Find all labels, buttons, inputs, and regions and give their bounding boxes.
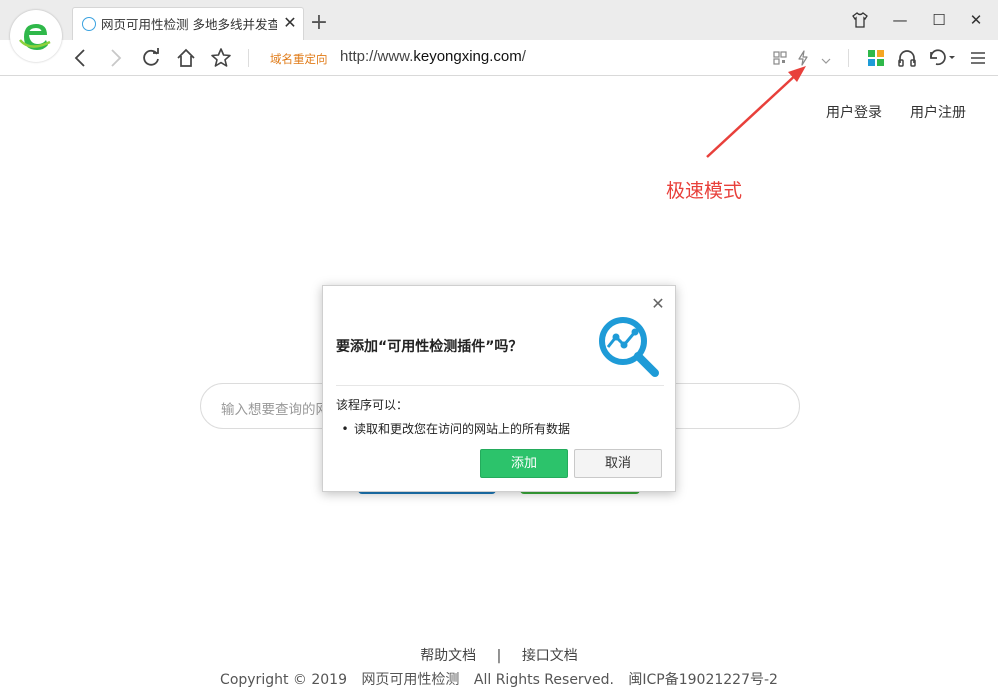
close-icon[interactable]: ✕ [648,294,668,314]
url-suffix: / [521,48,526,65]
bullet-icon: • [341,422,349,436]
annotation-text: 极速模式 [666,180,743,202]
permission-item: • 读取和更改您在访问的网站上的所有数据 [336,420,570,437]
menu-icon[interactable] [964,44,992,72]
copyright-year: Copyright © 2019 [220,672,347,688]
footer-copyright: Copyright © 2019 网页可用性检测 All Rights Rese… [0,669,998,689]
search-placeholder: 输入想要查询的网 [221,402,329,418]
url-prefix: http://www. [340,48,414,65]
footer-links: 帮助文档 | 接口文档 [0,645,998,665]
cancel-button[interactable]: 取消 [574,449,662,478]
browser-logo-icon[interactable] [10,10,62,62]
api-docs-link[interactable]: 接口文档 [522,648,578,664]
dialog-title: 要添加“可用性检测插件”吗？ [336,339,523,355]
headphones-icon[interactable] [893,44,921,72]
shirt-icon[interactable] [845,6,875,34]
toolbar-separator [848,49,849,67]
tab-favicon-icon [82,17,96,31]
window-close-button[interactable]: ✕ [961,6,991,34]
add-button[interactable]: 添加 [480,449,568,478]
copyright-rights: All Rights Reserved. [473,672,614,688]
browser-tab[interactable]: 网页可用性检测 多地多线并发查询 ✕ [72,7,304,40]
tab-close-icon[interactable]: ✕ [281,14,299,32]
add-extension-dialog: ✕ 要添加“可用性检测插件”吗？ 该程序可以： • 读取和更改您在访问的网站上的所… [322,285,676,492]
maximize-button[interactable]: ☐ [924,6,954,34]
url-domain: keyongxing.com [413,48,522,65]
back-icon[interactable] [66,44,94,72]
home-icon[interactable] [172,44,200,72]
star-icon[interactable] [207,44,235,72]
refresh-icon[interactable] [137,44,165,72]
search-chart-icon [595,313,663,381]
icp-number[interactable]: 闽ICP备19021227号-2 [628,672,778,688]
toolbar: 域名重定向 http://www.keyongxing.com/ [0,40,998,76]
minimize-button[interactable]: — [885,6,915,34]
undo-icon[interactable] [927,44,955,72]
register-link[interactable]: 用户注册 [910,102,966,122]
redirect-label: 域名重定向 [270,52,328,66]
apps-icon[interactable] [862,44,890,72]
forward-icon[interactable] [102,44,130,72]
copyright-site: 网页可用性检测 [361,672,460,688]
chevron-down-icon[interactable] [812,44,840,72]
tab-title: 网页可用性检测 多地多线并发查询 [101,17,277,32]
title-bar: 网页可用性检测 多地多线并发查询 ✕ + — ☐ ✕ [0,0,998,40]
dialog-divider [336,385,664,386]
address-separator [248,49,249,67]
login-link[interactable]: 用户登录 [826,102,882,122]
new-tab-button[interactable]: + [308,12,330,34]
help-docs-link[interactable]: 帮助文档 [420,648,476,664]
permission-text: 读取和更改您在访问的网站上的所有数据 [354,422,571,436]
permission-heading: 该程序可以： [336,398,409,412]
footer-divider: | [496,648,502,664]
address-bar[interactable]: http://www.keyongxing.com/ [340,48,526,65]
